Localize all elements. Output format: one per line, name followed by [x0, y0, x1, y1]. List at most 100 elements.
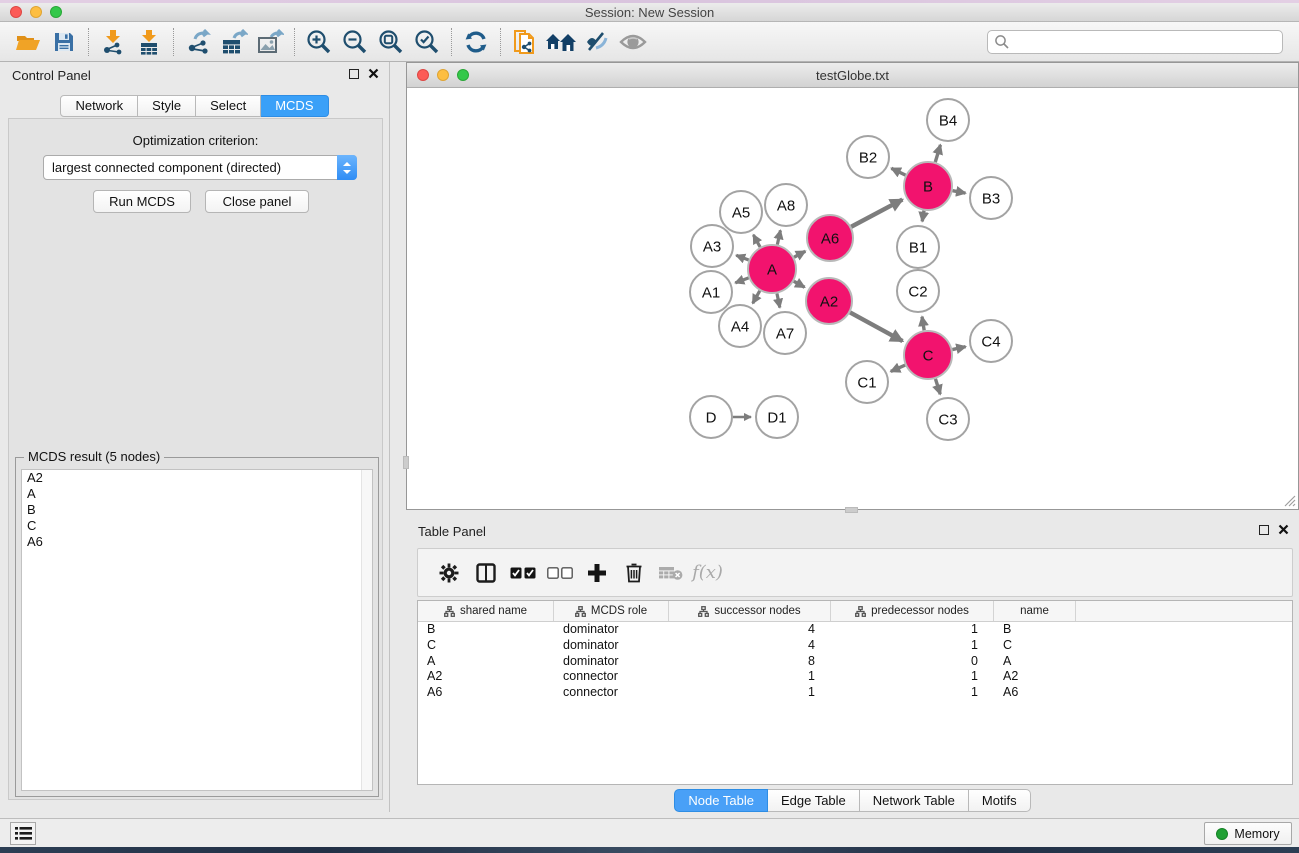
select-all-columns-button[interactable]	[504, 567, 541, 579]
zoom-out-button[interactable]	[337, 26, 373, 58]
tab-motifs[interactable]: Motifs	[969, 789, 1031, 812]
memory-button[interactable]: Memory	[1204, 822, 1292, 845]
graph-edge-B-B1[interactable]	[922, 211, 924, 222]
export-image-button[interactable]	[252, 26, 288, 58]
cell-shared-name[interactable]: B	[418, 622, 554, 638]
cell-shared-name[interactable]: C	[418, 638, 554, 654]
result-item[interactable]: A6	[22, 534, 372, 550]
column-header-predecessor-nodes[interactable]: predecessor nodes	[831, 601, 994, 621]
horizontal-scroll-nub[interactable]	[845, 507, 858, 513]
tab-style[interactable]: Style	[138, 95, 196, 117]
column-header-MCDS-role[interactable]: MCDS role	[554, 601, 669, 621]
graph-edge-A-A2[interactable]	[794, 281, 805, 287]
graph-edge-A2-C[interactable]	[850, 312, 902, 341]
network-graph[interactable]: B4B2BB3A8A5A6A3B1AA1C2A2A4A7C4CC1C3DD1	[407, 88, 1298, 509]
minimize-window-button[interactable]	[30, 6, 42, 18]
cell-predecessor-nodes[interactable]: 0	[831, 654, 994, 670]
table-row[interactable]: A6connector11A6	[418, 685, 1292, 701]
close-window-button[interactable]	[10, 6, 22, 18]
column-header-name[interactable]: name	[994, 601, 1076, 621]
zoom-in-button[interactable]	[301, 26, 337, 58]
show-column-pane-button[interactable]	[467, 563, 504, 583]
apply-layout-button[interactable]	[458, 26, 494, 58]
nested-network-home-button[interactable]	[543, 26, 579, 58]
graph-edge-A-A8[interactable]	[777, 230, 780, 244]
network-canvas[interactable]: B4B2BB3A8A5A6A3B1AA1C2A2A4A7C4CC1C3DD1	[407, 88, 1298, 509]
cell-shared-name[interactable]: A	[418, 654, 554, 670]
table-settings-button[interactable]	[430, 563, 467, 583]
cell-predecessor-nodes[interactable]: 1	[831, 669, 994, 685]
tab-node-table[interactable]: Node Table	[674, 789, 768, 812]
graph-edge-A6-B[interactable]	[851, 200, 902, 227]
float-table-panel-icon[interactable]	[1259, 525, 1269, 535]
import-table-button[interactable]	[131, 26, 167, 58]
deselect-all-columns-button[interactable]	[541, 567, 578, 579]
cell-successor-nodes[interactable]: 1	[669, 669, 831, 685]
cell-MCDS-role[interactable]: connector	[554, 669, 669, 685]
graph-edge-B-B4[interactable]	[935, 145, 940, 162]
result-item[interactable]: A	[22, 486, 372, 502]
clone-network-button[interactable]	[507, 26, 543, 58]
graph-edge-B-B3[interactable]	[953, 191, 966, 193]
cell-predecessor-nodes[interactable]: 1	[831, 685, 994, 701]
export-table-button[interactable]	[216, 26, 252, 58]
close-panel-button[interactable]: Close panel	[205, 190, 309, 213]
column-header-successor-nodes[interactable]: successor nodes	[669, 601, 831, 621]
tab-mcds[interactable]: MCDS	[261, 95, 328, 117]
mcds-result-list[interactable]: A2ABCA6	[21, 469, 373, 791]
run-mcds-button[interactable]: Run MCDS	[93, 190, 191, 213]
graph-edge-A-A3[interactable]	[736, 255, 748, 260]
create-column-button[interactable]	[578, 563, 615, 583]
graph-edge-B-B2[interactable]	[891, 168, 905, 175]
result-item[interactable]: A2	[22, 470, 372, 486]
close-table-panel-icon[interactable]	[1278, 524, 1289, 535]
graph-edge-C-C1[interactable]	[891, 365, 905, 371]
cell-MCDS-role[interactable]: dominator	[554, 622, 669, 638]
network-close-button[interactable]	[417, 69, 429, 81]
network-zoom-button[interactable]	[457, 69, 469, 81]
graph-edge-A-A6[interactable]	[794, 251, 805, 257]
float-panel-icon[interactable]	[349, 69, 359, 79]
tab-network-table[interactable]: Network Table	[860, 789, 969, 812]
column-header-shared-name[interactable]: shared name	[418, 601, 554, 621]
cell-MCDS-role[interactable]: connector	[554, 685, 669, 701]
task-history-button[interactable]	[10, 822, 36, 845]
delete-columns-button[interactable]	[615, 562, 652, 583]
table-row[interactable]: Adominator80A	[418, 654, 1292, 670]
cell-name[interactable]: A2	[994, 669, 1076, 685]
birds-eye-view-button[interactable]	[615, 26, 651, 58]
cell-predecessor-nodes[interactable]: 1	[831, 638, 994, 654]
save-session-button[interactable]	[46, 26, 82, 58]
graph-edge-A-A5[interactable]	[753, 235, 760, 247]
cell-shared-name[interactable]: A6	[418, 685, 554, 701]
cell-MCDS-role[interactable]: dominator	[554, 654, 669, 670]
cell-successor-nodes[interactable]: 1	[669, 685, 831, 701]
import-network-button[interactable]	[95, 26, 131, 58]
criterion-select[interactable]: largest connected component (directed)	[43, 155, 357, 180]
resize-grip-icon[interactable]	[1282, 493, 1296, 507]
graph-edge-C-C3[interactable]	[935, 379, 940, 394]
cell-shared-name[interactable]: A2	[418, 669, 554, 685]
zoom-fit-button[interactable]	[373, 26, 409, 58]
cell-name[interactable]: B	[994, 622, 1076, 638]
tab-network[interactable]: Network	[60, 95, 138, 117]
graph-edge-A-A7[interactable]	[777, 293, 780, 307]
toggle-graphics-details-button[interactable]	[579, 26, 615, 58]
cell-successor-nodes[interactable]: 4	[669, 622, 831, 638]
tab-edge-table[interactable]: Edge Table	[768, 789, 860, 812]
zoom-window-button[interactable]	[50, 6, 62, 18]
close-panel-icon[interactable]	[368, 68, 379, 79]
graph-edge-A-A1[interactable]	[735, 278, 748, 283]
network-window-titlebar[interactable]: testGlobe.txt	[407, 63, 1298, 88]
graph-edge-A-A4[interactable]	[753, 291, 760, 304]
vertical-scroll-nub[interactable]	[403, 456, 409, 469]
zoom-selected-button[interactable]	[409, 26, 445, 58]
cell-successor-nodes[interactable]: 8	[669, 654, 831, 670]
table-row[interactable]: A2connector11A2	[418, 669, 1292, 685]
cell-name[interactable]: C	[994, 638, 1076, 654]
result-scrollbar-track[interactable]	[361, 470, 372, 790]
graph-edge-C-C2[interactable]	[922, 317, 924, 331]
cell-predecessor-nodes[interactable]: 1	[831, 622, 994, 638]
graph-edge-C-C4[interactable]	[952, 347, 965, 350]
cell-name[interactable]: A6	[994, 685, 1076, 701]
